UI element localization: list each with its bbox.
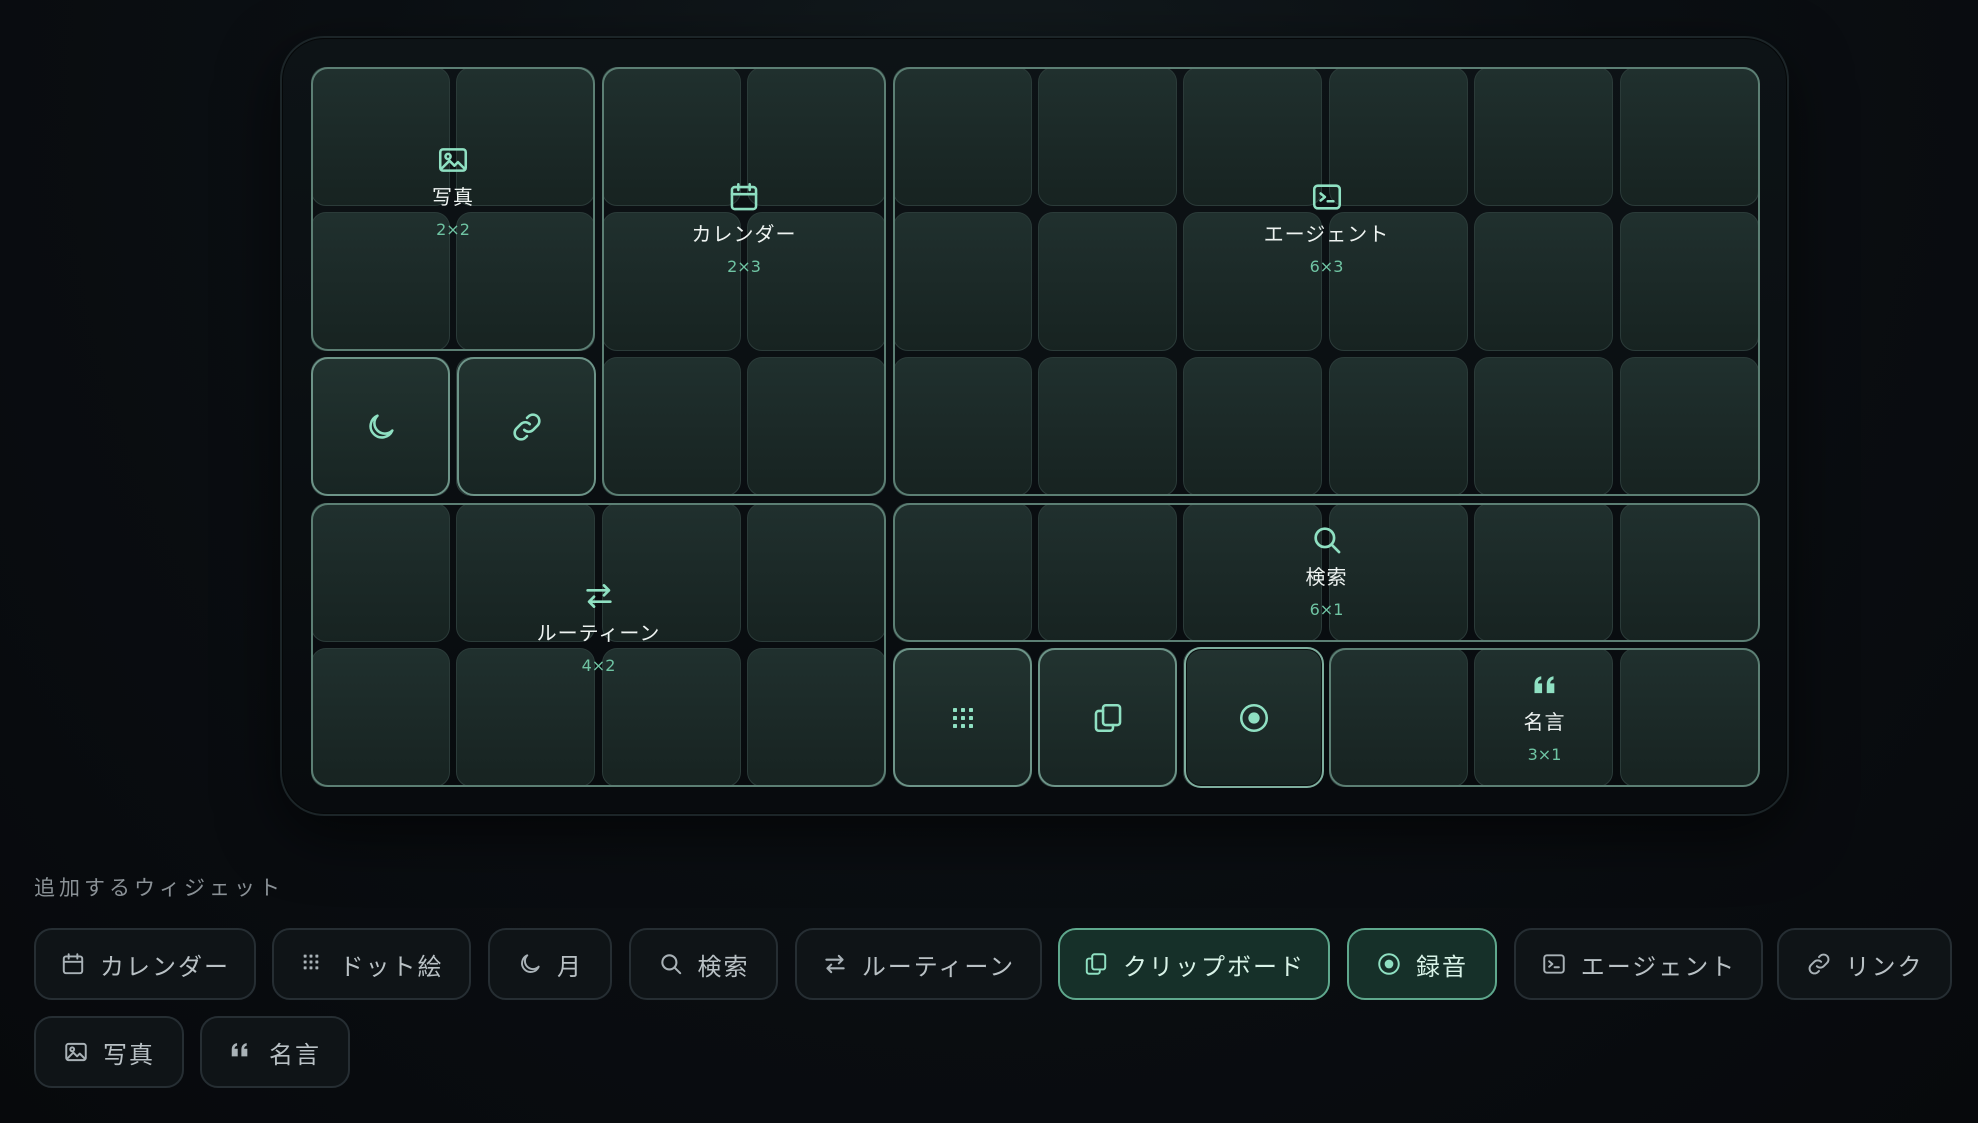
dot-art-widget[interactable] xyxy=(893,648,1032,787)
chip-dot-art[interactable]: ドット絵 xyxy=(272,928,471,1000)
chip-quote[interactable]: 名言 xyxy=(200,1016,350,1088)
copy-icon xyxy=(1091,701,1125,735)
record-icon xyxy=(1376,951,1402,977)
search-icon xyxy=(658,951,684,977)
quote-icon xyxy=(1528,668,1562,702)
moon-widget[interactable] xyxy=(311,357,450,496)
chip-label: 写真 xyxy=(103,1040,155,1069)
chip-calendar[interactable]: カレンダー xyxy=(34,928,256,1000)
widget-title: ルーティーン xyxy=(536,621,661,645)
chip-label: リンク xyxy=(1845,952,1924,981)
chip-moon[interactable]: 月 xyxy=(488,928,612,1000)
widget-size: 3×1 xyxy=(1527,744,1562,764)
chip-label: 録音 xyxy=(1416,952,1468,981)
quote-icon xyxy=(229,1039,255,1065)
widget-title: 検索 xyxy=(1305,564,1348,589)
chip-routine[interactable]: ルーティーン xyxy=(795,928,1042,1000)
chip-label: 名言 xyxy=(269,1040,321,1069)
search-icon xyxy=(1310,523,1344,557)
routine-widget[interactable]: ルーティーン 4×2 xyxy=(311,503,886,787)
link-icon xyxy=(510,410,544,444)
terminal-icon xyxy=(1541,951,1567,977)
link-widget[interactable] xyxy=(457,357,596,496)
clipboard-widget[interactable] xyxy=(1038,648,1177,787)
agent-widget[interactable]: エージェント 6×3 xyxy=(893,67,1760,496)
widget-size: 6×1 xyxy=(1309,599,1344,619)
swap-arrows-icon xyxy=(582,579,616,613)
chip-label: クリップボード xyxy=(1123,952,1305,981)
moon-icon xyxy=(364,410,398,444)
swap-arrows-icon xyxy=(822,951,848,977)
chip-link[interactable]: リンク xyxy=(1777,928,1952,1000)
widget-title: 写真 xyxy=(432,185,474,209)
widget-size: 4×2 xyxy=(581,656,616,675)
record-widget[interactable] xyxy=(1184,647,1324,788)
calendar-icon xyxy=(727,180,761,214)
chip-agent[interactable]: エージェント xyxy=(1514,928,1763,1000)
widget-board: 写真 2×2 カレンダー 2×3 エージェント 6×3 ルーティーン 4×2 検… xyxy=(280,36,1789,816)
calendar-widget[interactable]: カレンダー 2×3 xyxy=(602,67,886,496)
calendar-icon xyxy=(60,951,86,977)
chip-label: ルーティーン xyxy=(861,952,1016,981)
chip-search[interactable]: 検索 xyxy=(629,928,778,1000)
photo-widget[interactable]: 写真 2×2 xyxy=(311,67,595,351)
widget-title: 名言 xyxy=(1523,709,1566,734)
image-icon xyxy=(63,1039,89,1065)
widget-layer: 写真 2×2 カレンダー 2×3 エージェント 6×3 ルーティーン 4×2 検… xyxy=(282,38,1787,814)
moon-icon xyxy=(517,951,543,977)
record-icon xyxy=(1237,701,1271,735)
chip-label: 月 xyxy=(557,952,583,981)
search-widget[interactable]: 検索 6×1 xyxy=(893,503,1760,642)
chip-record[interactable]: 録音 xyxy=(1347,928,1497,1000)
copy-icon xyxy=(1083,951,1109,977)
widget-title: エージェント xyxy=(1263,221,1390,246)
dot-grid-icon xyxy=(946,701,980,735)
widget-title: カレンダー xyxy=(691,221,797,246)
widget-size: 2×3 xyxy=(727,256,761,276)
chip-label: エージェント xyxy=(1580,952,1737,981)
link-icon xyxy=(1806,951,1832,977)
chip-label: ドット絵 xyxy=(339,952,444,981)
quote-widget[interactable]: 名言 3×1 xyxy=(1329,648,1760,787)
chip-label: 検索 xyxy=(697,952,750,981)
image-icon xyxy=(436,143,470,177)
chip-label: カレンダー xyxy=(100,952,230,981)
picker-heading: 追加するウィジェット xyxy=(34,876,284,900)
widget-size: 6×3 xyxy=(1309,256,1344,276)
dot-grid-icon xyxy=(300,951,326,977)
terminal-icon xyxy=(1310,180,1344,214)
widget-size: 2×2 xyxy=(436,220,470,239)
chip-clipboard[interactable]: クリップボード xyxy=(1058,928,1330,1000)
chip-photo[interactable]: 写真 xyxy=(34,1016,184,1088)
